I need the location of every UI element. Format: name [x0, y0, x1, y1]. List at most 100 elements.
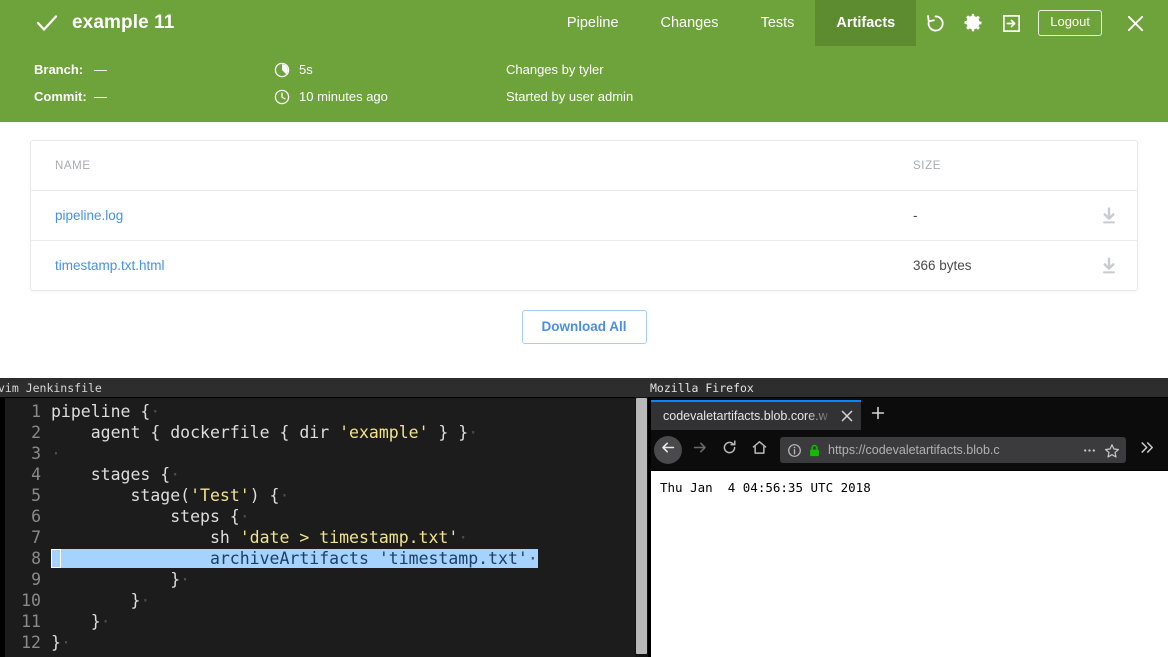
- vim-line: 2 agent { dockerfile { dir 'example' } }…: [5, 422, 648, 443]
- vim-line: 1 pipeline {·: [5, 401, 648, 422]
- firefox-titlebar: Mozilla Firefox: [648, 378, 1168, 398]
- exit-button[interactable]: [992, 0, 1030, 46]
- vim-scrollbar-thumb[interactable]: [636, 398, 647, 654]
- firefox-tabstrip: codevaletartifacts.blob.core.w: [648, 398, 1168, 430]
- vim-line: 3 ·: [5, 443, 648, 464]
- vim-eol-marker: ·: [458, 528, 469, 547]
- padlock-icon[interactable]: [807, 443, 822, 458]
- vim-line-number: 8: [31, 549, 41, 568]
- vim-code-lines: 1 pipeline {· 2 agent { dockerfile { dir '…: [5, 401, 648, 653]
- artifact-name-cell: pipeline.log: [55, 207, 913, 225]
- download-icon[interactable]: [1099, 256, 1119, 276]
- vim-eol-marker: ·: [150, 402, 161, 421]
- vim-editor[interactable]: 1 pipeline {· 2 agent { dockerfile { dir '…: [0, 398, 648, 657]
- vim-line-number: 5: [31, 486, 41, 505]
- logout-button[interactable]: Logout: [1038, 10, 1102, 36]
- vim-line: 11 }·: [5, 611, 648, 632]
- close-icon: [1125, 13, 1146, 34]
- vim-line-number: 12: [21, 633, 41, 652]
- meta-branch-row: Branch: —: [34, 56, 107, 83]
- plus-icon: [870, 405, 886, 426]
- vim-line-code: ·: [51, 444, 648, 463]
- download-icon[interactable]: [1099, 206, 1119, 226]
- vim-eol-marker: ·: [527, 549, 538, 568]
- home-button[interactable]: [744, 435, 774, 465]
- run-title-zone: example 11: [0, 0, 546, 46]
- url-bar[interactable]: https://codevaletartifacts.blob.c: [780, 437, 1126, 463]
- reload-button[interactable]: [714, 435, 744, 465]
- vim-window-title: vim Jenkinsfile: [0, 380, 102, 395]
- artifacts-panel: NAME SIZE pipeline.log - timestamp.txt.h…: [0, 122, 1168, 378]
- vim-eol-marker: ·: [180, 570, 191, 589]
- vim-line-number: 9: [31, 570, 41, 589]
- meta-timing-group: 5s 10 minutes ago: [274, 56, 388, 110]
- tab-tests[interactable]: Tests: [740, 0, 816, 46]
- vim-scrollbar[interactable]: [635, 397, 648, 657]
- jenkins-blueocean-app: example 11 Pipeline Changes Tests Artifa…: [0, 0, 1168, 378]
- browser-tab-active[interactable]: codevaletartifacts.blob.core.w: [651, 400, 861, 430]
- vim-line: 8 archiveArtifacts 'timestamp.txt'·: [5, 548, 648, 569]
- replay-icon: [925, 13, 946, 34]
- artifacts-table: NAME SIZE pipeline.log - timestamp.txt.h…: [30, 140, 1138, 291]
- close-icon[interactable]: [839, 408, 855, 424]
- arrow-right-icon: [691, 439, 708, 461]
- vim-string-token: 'timestamp.txt': [378, 549, 528, 568]
- duration-value: 5s: [299, 62, 313, 77]
- column-header-name: NAME: [55, 159, 91, 172]
- firefox-window: Mozilla Firefox codevaletartifacts.blob.…: [648, 378, 1168, 657]
- vim-line: 7 sh 'date > timestamp.txt'·: [5, 527, 648, 548]
- firefox-navbar: https://codevaletartifacts.blob.c: [648, 430, 1168, 470]
- vim-line: 9 }·: [5, 569, 648, 590]
- tab-changes[interactable]: Changes: [640, 0, 740, 46]
- vim-string-token: 'date > timestamp.txt': [239, 528, 459, 547]
- branch-value: —: [94, 62, 107, 77]
- browser-tab-title: codevaletartifacts.blob.core.w: [663, 409, 828, 423]
- table-row[interactable]: timestamp.txt.html 366 bytes: [31, 241, 1137, 290]
- vim-cursor: [51, 549, 61, 568]
- started-by-text: Started by user admin: [506, 89, 634, 104]
- artifact-actions-cell: [1079, 206, 1119, 226]
- logout-arrow-icon: [1001, 13, 1022, 34]
- page-content-text: Thu Jan 4 04:56:35 UTC 2018: [660, 480, 871, 495]
- vim-eol-marker: ·: [60, 633, 71, 652]
- info-icon[interactable]: [787, 443, 802, 458]
- vim-titlebar: vim Jenkinsfile: [0, 378, 648, 398]
- tab-pipeline[interactable]: Pipeline: [546, 0, 640, 46]
- vim-eol-marker: ·: [468, 423, 479, 442]
- close-button[interactable]: [1116, 0, 1154, 46]
- meta-scm-group: Branch: — Commit: —: [34, 56, 107, 110]
- ellipsis-icon[interactable]: [1082, 443, 1097, 458]
- settings-button[interactable]: [954, 0, 992, 46]
- home-icon: [751, 439, 768, 461]
- vim-line-number: 11: [21, 612, 41, 631]
- rerun-button[interactable]: [916, 0, 954, 46]
- vim-eol-marker: ·: [140, 591, 151, 610]
- column-header-size: SIZE: [913, 159, 941, 172]
- vim-line-code: }·: [51, 633, 71, 652]
- page-viewport: Thu Jan 4 04:56:35 UTC 2018: [648, 470, 1168, 657]
- download-all-wrapper: Download All: [0, 310, 1168, 344]
- download-all-button[interactable]: Download All: [521, 310, 647, 344]
- duration-icon: [274, 62, 290, 78]
- gear-icon: [962, 12, 984, 34]
- tab-artifacts[interactable]: Artifacts: [815, 0, 917, 46]
- commit-value: —: [94, 89, 107, 104]
- vim-line: 12 }·: [5, 632, 648, 653]
- forward-button[interactable]: [684, 435, 714, 465]
- vim-line-code: stages {·: [51, 465, 181, 484]
- vim-line-code: }·: [51, 612, 111, 631]
- vim-line: 10 }·: [5, 590, 648, 611]
- firefox-chrome: codevaletartifacts.blob.core.w https://c…: [648, 398, 1168, 470]
- vim-line: 5 stage('Test') {·: [5, 485, 648, 506]
- commit-label: Commit:: [34, 89, 87, 104]
- table-row[interactable]: pipeline.log -: [31, 191, 1137, 241]
- new-tab-button[interactable]: [861, 400, 895, 430]
- firefox-window-title: Mozilla Firefox: [650, 380, 754, 395]
- back-button[interactable]: [654, 436, 682, 464]
- overflow-menu-button[interactable]: [1132, 435, 1162, 465]
- table-header-row: NAME SIZE: [31, 141, 1137, 191]
- artifact-link[interactable]: pipeline.log: [55, 208, 123, 223]
- star-icon[interactable]: [1104, 443, 1119, 458]
- artifact-link[interactable]: timestamp.txt.html: [55, 258, 165, 273]
- page-title: example 11: [72, 12, 175, 33]
